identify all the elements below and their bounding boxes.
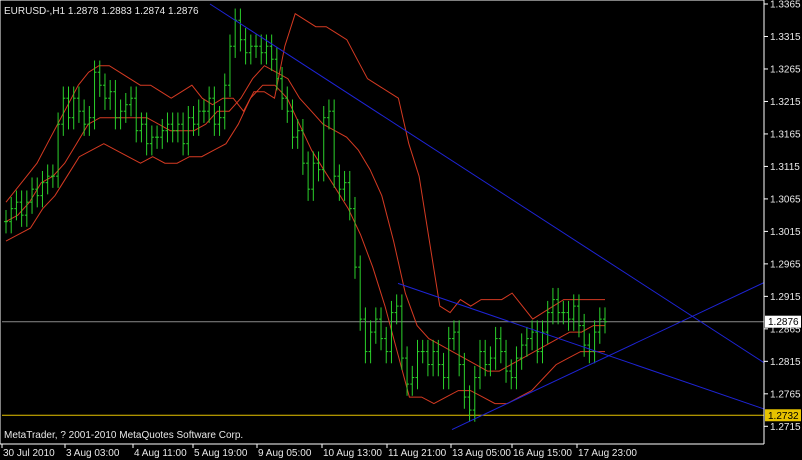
- symbol-info-label: EURUSD-,H1 1.2878 1.2883 1.2874 1.2876: [4, 6, 199, 17]
- copyright-label: MetaTrader, ? 2001-2010 MetaQuotes Softw…: [4, 430, 243, 441]
- price-tick-label: 1.2815: [770, 357, 801, 368]
- chart-background: [0, 0, 802, 460]
- time-tick-label: 30 Jul 2010: [3, 448, 55, 459]
- time-tick-label: 10 Aug 13:00: [323, 448, 382, 459]
- price-axis[interactable]: 1.3365 1.3315 1.3265 1.3215 1.3165 1.3115 1.30…: [763, 0, 802, 460]
- time-tick-label: 4 Aug 11:00: [134, 448, 187, 459]
- time-tick-label: 11 Aug 21:00: [388, 448, 447, 459]
- price-tick-label: 1.2915: [770, 292, 801, 303]
- time-tick-label: 3 Aug 03:00: [66, 448, 120, 459]
- price-tick-label: 1.3165: [770, 129, 801, 140]
- price-tick-label: 1.3265: [770, 64, 801, 75]
- price-tick-label: 1.2965: [770, 259, 801, 270]
- price-tick-label: 1.3015: [770, 227, 801, 238]
- time-tick-label: 17 Aug 23:00: [578, 448, 637, 459]
- time-tick-label: 16 Aug 15:00: [513, 448, 572, 459]
- time-tick-label: 5 Aug 19:00: [194, 448, 248, 459]
- price-tick-label: 1.2765: [770, 389, 801, 400]
- chart-window[interactable]: EURUSD-,H1 1.2878 1.2883 1.2874 1.2876 M…: [0, 0, 802, 460]
- price-tick-label: 1.3215: [770, 97, 801, 108]
- current-price-tag: 1.2876: [768, 317, 799, 328]
- time-tick-label: 13 Aug 05:00: [452, 448, 511, 459]
- price-tick-label: 1.3315: [770, 32, 801, 43]
- time-tick-label: 9 Aug 05:00: [258, 448, 312, 459]
- price-chart[interactable]: EURUSD-,H1 1.2878 1.2883 1.2874 1.2876 M…: [0, 0, 802, 460]
- price-tick-label: 1.3115: [770, 162, 800, 173]
- price-tick-label: 1.3065: [770, 194, 801, 205]
- price-tick-label: 1.3365: [770, 0, 801, 11]
- price-tick-label: 1.2715: [770, 422, 801, 433]
- ask-price-tag: 1.2732: [768, 411, 799, 422]
